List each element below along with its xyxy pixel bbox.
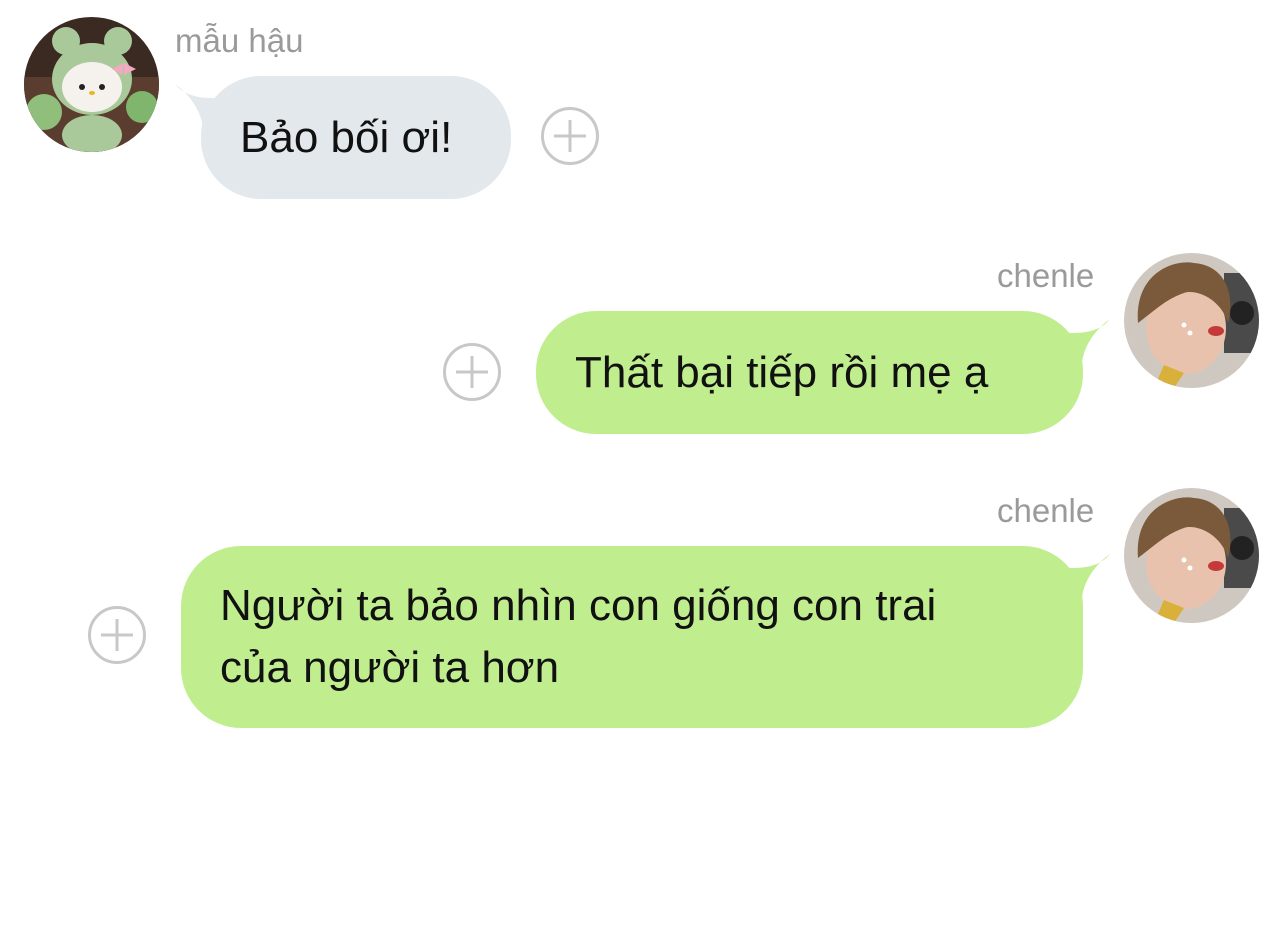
plus-circle-icon[interactable] xyxy=(443,343,501,401)
avatar-image xyxy=(24,17,159,152)
message-text: Thất bại tiếp rồi mẹ ạ xyxy=(575,348,989,397)
plus-circle-icon[interactable] xyxy=(541,107,599,165)
message-bubble[interactable]: Người ta bảo nhìn con giống con trai của… xyxy=(181,546,1083,728)
avatar-mau-hau[interactable] xyxy=(24,17,159,152)
message-bubble[interactable]: Bảo bối ơi! xyxy=(201,76,511,199)
sender-name: chenle xyxy=(997,492,1095,529)
sender-name: mẫu hậu xyxy=(175,22,304,59)
avatar-chenle[interactable] xyxy=(1124,488,1259,623)
avatar-image xyxy=(1124,253,1259,388)
plus-circle-icon[interactable] xyxy=(88,606,146,664)
message-bubble[interactable]: Thất bại tiếp rồi mẹ ạ xyxy=(536,311,1083,434)
avatar-image xyxy=(1124,488,1259,623)
avatar-chenle[interactable] xyxy=(1124,253,1259,388)
sender-name: chenle xyxy=(997,257,1095,294)
message-text-line: của người ta hơn xyxy=(220,643,560,692)
message-text-line: Người ta bảo nhìn con giống con trai xyxy=(220,581,937,630)
message-text: Bảo bối ơi! xyxy=(240,113,453,162)
